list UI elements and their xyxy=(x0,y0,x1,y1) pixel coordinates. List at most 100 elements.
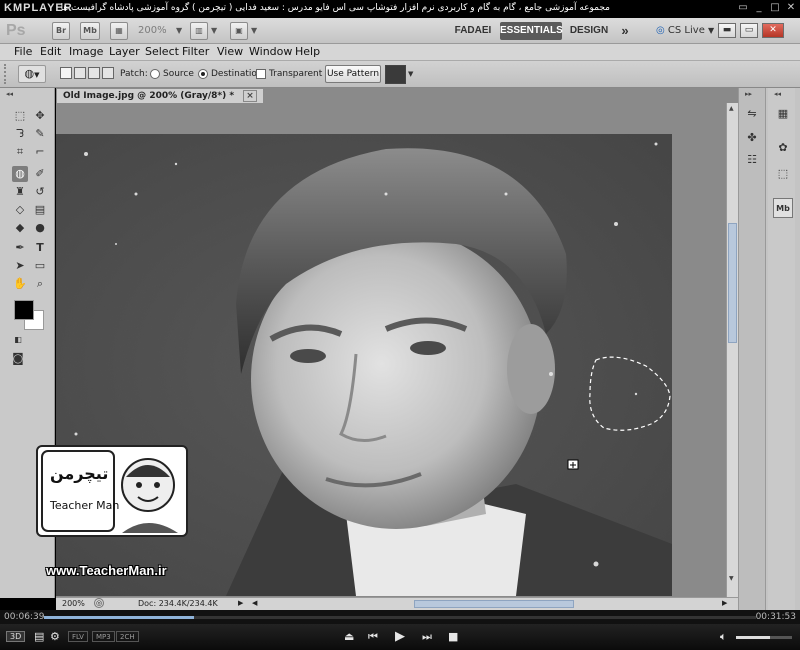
more-workspaces-icon[interactable]: » xyxy=(616,22,634,40)
gradient-tool-icon[interactable]: ▤ xyxy=(32,202,48,218)
expand-panels-icon[interactable]: ▸▸ xyxy=(745,90,752,98)
adjustments-icon[interactable]: ✿ xyxy=(773,138,793,158)
arrange-documents-button[interactable]: ▥ xyxy=(190,22,208,40)
dodge-tool-icon[interactable]: ● xyxy=(32,220,48,236)
collapse-panels-icon[interactable]: ◂◂ xyxy=(774,90,781,98)
status-info-icon[interactable]: ◎ xyxy=(94,598,104,608)
workspace-design[interactable]: DESIGN xyxy=(566,22,612,40)
menu-window[interactable]: Window xyxy=(249,45,292,59)
vertical-scrollbar[interactable]: ▲ ▼ xyxy=(726,103,738,598)
zoom-dropdown-icon[interactable]: ▼ xyxy=(176,22,182,40)
history-icon[interactable]: ☷ xyxy=(742,150,762,170)
path-selection-icon[interactable]: ➤ xyxy=(12,258,28,274)
workspace-essentials[interactable]: ESSENTIALS xyxy=(500,22,563,40)
mini-bridge-button[interactable]: Mb xyxy=(80,22,100,40)
pattern-picker-swatch[interactable] xyxy=(385,65,406,84)
options-bar-grip[interactable] xyxy=(4,64,8,84)
pattern-dropdown-icon[interactable]: ▼ xyxy=(408,70,413,78)
menu-view[interactable]: View xyxy=(217,45,243,59)
scroll-left-icon[interactable]: ◀ xyxy=(252,599,257,607)
source-radio[interactable] xyxy=(150,69,160,79)
move-tool-icon[interactable]: ✥ xyxy=(32,108,48,124)
player-minimize-icon[interactable]: _ xyxy=(752,1,766,15)
quick-mask-icon[interactable]: ◙ xyxy=(10,350,26,366)
intersect-selection-icon[interactable] xyxy=(102,67,114,79)
scroll-right-icon[interactable]: ▶ xyxy=(722,599,727,607)
blur-tool-icon[interactable]: ◆ xyxy=(12,220,28,236)
status-menu-arrow-icon[interactable]: ▶ xyxy=(238,599,243,607)
menu-image[interactable]: Image xyxy=(69,45,103,59)
player-pin-icon[interactable]: ▭ xyxy=(736,1,750,15)
ps-minimize-button[interactable]: ▬ xyxy=(718,23,736,38)
status-zoom-level[interactable]: 200% xyxy=(62,599,85,608)
zoom-tool-icon[interactable]: ⌕ xyxy=(32,276,48,292)
scroll-up-icon[interactable]: ▲ xyxy=(729,105,734,112)
transparent-label[interactable]: Transparent xyxy=(269,69,322,79)
eraser-icon[interactable]: ◇ xyxy=(12,202,28,218)
rectangular-marquee-icon[interactable]: ⬚ xyxy=(12,108,28,124)
foreground-color-swatch[interactable] xyxy=(14,300,34,320)
menu-filter[interactable]: Filter xyxy=(182,45,209,59)
swatches-icon[interactable]: ▦ xyxy=(773,104,793,124)
type-tool-icon[interactable]: T xyxy=(32,240,48,256)
screen-mode-dropdown-icon[interactable]: ▼ xyxy=(251,22,257,40)
brush-tool-icon[interactable]: ✐ xyxy=(32,166,48,182)
actions-icon[interactable]: ✤ xyxy=(742,128,762,148)
destination-radio[interactable] xyxy=(198,69,208,79)
patch-tool-active-icon[interactable]: ◍ xyxy=(12,166,28,182)
masks-icon[interactable]: ⬚ xyxy=(773,164,793,184)
clone-stamp-icon[interactable]: ♜ xyxy=(12,184,28,200)
add-to-selection-icon[interactable] xyxy=(74,67,86,79)
stop-icon[interactable]: ■ xyxy=(448,629,458,645)
screen-mode-button[interactable]: ▣ xyxy=(230,22,248,40)
seek-bar[interactable] xyxy=(44,616,756,619)
player-maximize-icon[interactable]: □ xyxy=(768,1,782,15)
arrange-dropdown-icon[interactable]: ▼ xyxy=(211,22,217,40)
volume-slider[interactable] xyxy=(736,636,792,639)
scroll-down-icon[interactable]: ▼ xyxy=(729,575,734,582)
eject-icon[interactable]: ⏏ xyxy=(344,629,354,645)
tool-preset-picker[interactable]: ◍▼ xyxy=(18,65,46,83)
zoom-level-display[interactable]: 200% xyxy=(138,22,180,40)
menu-file[interactable]: File xyxy=(14,45,32,59)
playlist-icon[interactable]: ▤ xyxy=(34,629,44,645)
next-icon[interactable]: ⏭ xyxy=(422,629,432,645)
player-close-icon[interactable]: ✕ xyxy=(784,1,798,15)
subtract-from-selection-icon[interactable] xyxy=(88,67,100,79)
default-colors-icon[interactable]: ◧ xyxy=(10,332,26,348)
menu-select[interactable]: Select xyxy=(145,45,179,59)
pen-tool-icon[interactable]: ✒ xyxy=(12,240,28,256)
workspace-fadaei[interactable]: FADAEI xyxy=(448,22,498,40)
destination-label[interactable]: Destination xyxy=(211,69,263,79)
use-pattern-button[interactable]: Use Pattern xyxy=(325,65,381,83)
menu-layer[interactable]: Layer xyxy=(109,45,140,59)
rectangle-shape-icon[interactable]: ▭ xyxy=(32,258,48,274)
volume-icon[interactable]: 🔈︎ xyxy=(720,629,727,645)
bridge-button[interactable]: Br xyxy=(52,22,70,40)
new-selection-icon[interactable] xyxy=(60,67,72,79)
previous-icon[interactable]: ⏮ xyxy=(368,629,378,645)
document-tab-close-icon[interactable]: × xyxy=(243,90,257,102)
source-label[interactable]: Source xyxy=(163,69,194,79)
menu-edit[interactable]: Edit xyxy=(40,45,61,59)
3d-badge[interactable]: 3D xyxy=(6,631,26,642)
view-extras-button[interactable]: ▦ xyxy=(110,22,128,40)
document-tab[interactable]: Old Image.jpg @ 200% (Gray/8*) * × xyxy=(56,88,264,103)
eyedropper-icon[interactable]: ⌐ xyxy=(32,144,48,160)
quick-selection-icon[interactable]: ✎ xyxy=(32,126,48,142)
settings-icon[interactable]: ⚙ xyxy=(50,629,60,645)
crop-tool-icon[interactable]: ⌗ xyxy=(12,144,28,160)
lasso-tool-icon[interactable]: ᘊ xyxy=(12,126,28,142)
ps-restore-button[interactable]: ▭ xyxy=(740,23,758,38)
collapse-tools-icon[interactable]: ◂◂ xyxy=(6,90,13,98)
cs-live-button[interactable]: ◎ CS Live ▼ xyxy=(656,22,714,40)
mini-bridge-panel-icon[interactable]: Mb xyxy=(773,198,793,218)
hand-tool-icon[interactable]: ✋ xyxy=(12,276,28,292)
play-icon[interactable]: ▶ xyxy=(395,629,405,645)
transparent-checkbox[interactable] xyxy=(256,69,266,79)
history-brush-icon[interactable]: ↺ xyxy=(32,184,48,200)
vertical-scroll-thumb[interactable] xyxy=(728,223,737,343)
tool-presets-icon[interactable]: ⇋ xyxy=(742,104,762,124)
ps-close-button[interactable]: ✕ xyxy=(762,23,784,38)
horizontal-scroll-thumb[interactable] xyxy=(414,600,574,608)
